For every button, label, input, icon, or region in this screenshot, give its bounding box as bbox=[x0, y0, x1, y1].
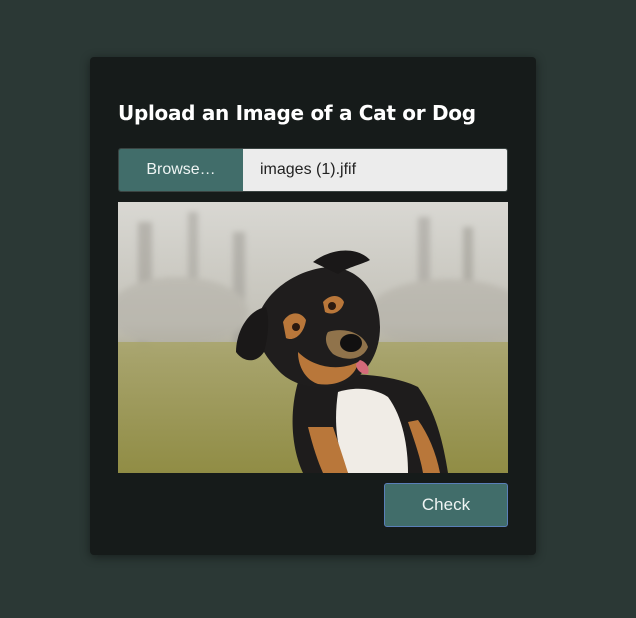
check-button[interactable]: Check bbox=[384, 483, 508, 527]
upload-card: Upload an Image of a Cat or Dog Browse… … bbox=[90, 57, 536, 555]
browse-button[interactable]: Browse… bbox=[119, 149, 243, 191]
card-title: Upload an Image of a Cat or Dog bbox=[118, 101, 476, 125]
selected-file-name: images (1).jfif bbox=[243, 149, 507, 191]
dog-photo bbox=[118, 202, 508, 473]
image-preview bbox=[118, 202, 508, 473]
file-input[interactable]: Browse… images (1).jfif bbox=[118, 148, 508, 192]
